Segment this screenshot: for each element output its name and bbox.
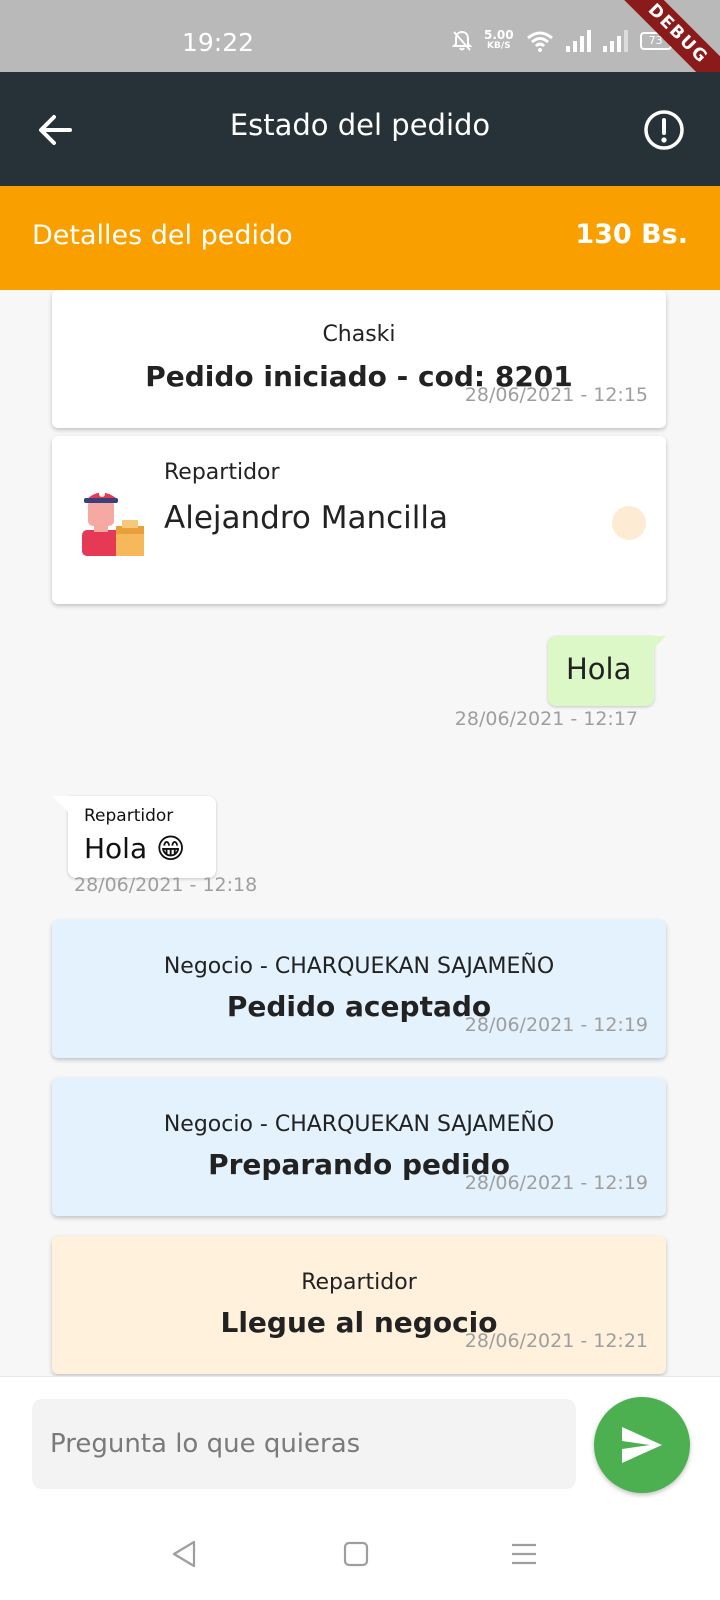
nav-menu-icon[interactable]: [508, 1538, 540, 1570]
incoming-message-text: Hola 😁: [84, 832, 186, 865]
driver-name: Alejandro Mancilla: [164, 500, 448, 536]
status-card-source: Negocio - CHARQUEKAN SAJAMEÑO: [163, 1112, 555, 1137]
outgoing-message-text: Hola: [566, 652, 632, 686]
system-nav-bar: [0, 1510, 720, 1600]
status-bar: 19:22 5.00 KB/S 73 DEBUG: [0, 0, 720, 72]
nav-back-icon[interactable]: [168, 1538, 200, 1570]
status-card-source: Negocio - CHARQUEKAN SAJAMEÑO: [163, 954, 555, 979]
message-input[interactable]: [32, 1399, 576, 1489]
chat-list[interactable]: Chaski Pedido iniciado - cod: 8201 28/06…: [0, 290, 720, 1376]
signal-icon-2: [602, 30, 628, 52]
signal-icon: [565, 30, 591, 52]
status-card-arrived: Repartidor Llegue al negocio 28/06/2021 …: [52, 1236, 666, 1374]
app-bar: Estado del pedido: [0, 72, 720, 186]
incoming-message-sender: Repartidor: [84, 806, 174, 826]
driver-card[interactable]: Repartidor Alejandro Mancilla: [52, 436, 666, 604]
order-details-label: Detalles del pedido: [32, 220, 293, 251]
status-time: 19:22: [182, 28, 255, 57]
bell-off-icon: [452, 30, 472, 51]
wifi-icon: [526, 31, 553, 52]
delivery-person-avatar: [82, 491, 144, 556]
driver-role: Repartidor: [164, 460, 280, 485]
bubble-tail: [652, 636, 666, 650]
status-icons: 5.00 KB/S 73: [452, 28, 672, 52]
page-title: Estado del pedido: [229, 108, 491, 142]
nav-home-icon[interactable]: [340, 1538, 372, 1570]
status-card-preparing: Negocio - CHARQUEKAN SAJAMEÑO Preparando…: [52, 1078, 666, 1216]
alert-circle-icon[interactable]: [642, 108, 686, 152]
send-button[interactable]: [594, 1397, 690, 1493]
status-card-time: 28/06/2021 - 12:19: [464, 1014, 648, 1036]
message-composer: [0, 1376, 720, 1510]
order-total: 130 Bs.: [575, 219, 688, 250]
status-card-time: 28/06/2021 - 12:15: [464, 384, 648, 406]
status-card-time: 28/06/2021 - 12:19: [464, 1172, 648, 1194]
status-card-source: Repartidor: [301, 1270, 417, 1295]
incoming-message: Repartidor Hola 😁: [52, 796, 216, 878]
driver-status-dot: [612, 506, 646, 540]
bubble-tail: [52, 796, 68, 812]
status-card-time: 28/06/2021 - 12:21: [464, 1330, 648, 1352]
net-speed-value: 5.00: [484, 28, 514, 42]
outgoing-message-time: 28/06/2021 - 12:17: [454, 708, 638, 730]
status-card-source: Chaski: [322, 322, 396, 347]
net-speed: 5.00 KB/S: [484, 28, 514, 52]
status-card-started: Chaski Pedido iniciado - cod: 8201 28/06…: [52, 290, 666, 428]
order-details-bar[interactable]: Detalles del pedido 130 Bs.: [0, 186, 720, 290]
send-icon: [622, 1427, 662, 1463]
outgoing-message: Hola: [548, 636, 666, 706]
incoming-message-time: 28/06/2021 - 12:18: [74, 874, 258, 896]
net-speed-unit: KB/S: [487, 41, 511, 51]
status-card-accepted: Negocio - CHARQUEKAN SAJAMEÑO Pedido ace…: [52, 920, 666, 1058]
